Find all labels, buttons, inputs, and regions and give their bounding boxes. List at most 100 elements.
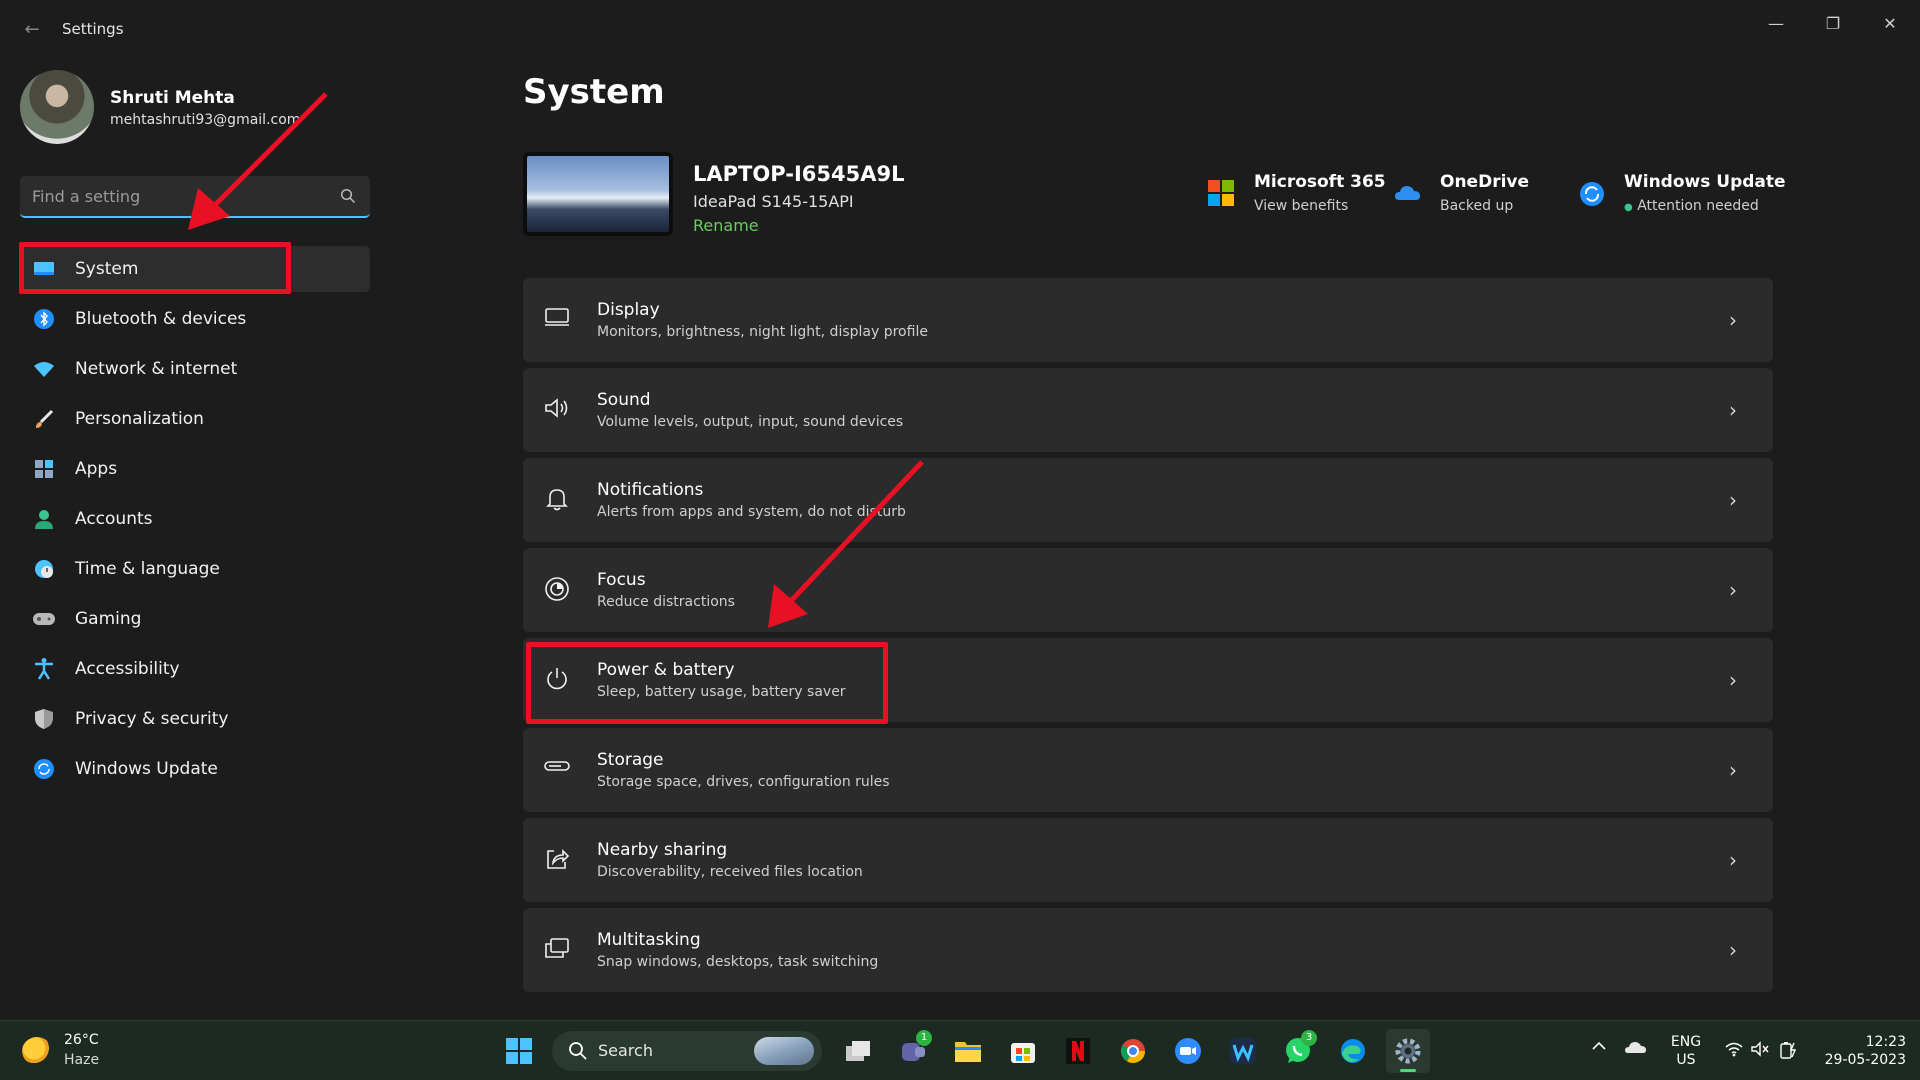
sidebar-item-gaming[interactable]: Gaming — [20, 596, 370, 642]
battery-charging-icon[interactable] — [1778, 1039, 1800, 1063]
microsoft-365-tile[interactable]: Microsoft 365 View benefits — [1208, 170, 1386, 226]
folder-icon — [955, 1042, 981, 1062]
search-icon[interactable] — [340, 188, 356, 204]
sidebar-item-time-language[interactable]: Time & language — [20, 546, 370, 592]
storage-icon — [543, 756, 571, 784]
windows-update-tile[interactable]: Windows Update ● Attention needed — [1578, 170, 1786, 226]
windows-logo-icon — [506, 1038, 532, 1064]
globe-clock-icon — [32, 557, 56, 581]
task-view-button[interactable] — [836, 1029, 880, 1073]
webex-button[interactable] — [1221, 1029, 1265, 1073]
share-icon — [543, 846, 571, 874]
sidebar-item-label: Time & language — [75, 559, 220, 579]
back-arrow-icon[interactable]: ← — [20, 18, 44, 42]
card-title: Sound — [597, 390, 651, 410]
language-indicator[interactable]: ENG US — [1666, 1033, 1706, 1069]
storage-card[interactable]: Storage Storage space, drives, configura… — [523, 728, 1773, 812]
chevron-right-icon: › — [1729, 398, 1737, 422]
chevron-right-icon: › — [1729, 308, 1737, 332]
card-title: Display — [597, 300, 660, 320]
sound-card[interactable]: Sound Volume levels, output, input, soun… — [523, 368, 1773, 452]
desktop-wallpaper-thumbnail — [523, 152, 673, 236]
card-subtitle: Volume levels, output, input, sound devi… — [597, 414, 904, 430]
page-title: System — [523, 72, 665, 112]
multitasking-icon — [543, 936, 571, 964]
minimize-button[interactable]: — — [1753, 8, 1799, 40]
power-battery-card[interactable]: Power & battery Sleep, battery usage, ba… — [523, 638, 1773, 722]
taskbar-search[interactable]: Search — [552, 1031, 822, 1071]
card-title: Power & battery — [597, 660, 735, 680]
bell-icon — [543, 486, 571, 514]
restore-button[interactable]: ❐ — [1810, 8, 1856, 40]
card-subtitle: Storage space, drives, configuration rul… — [597, 774, 890, 790]
search-input[interactable] — [32, 184, 332, 208]
sidebar-item-accessibility[interactable]: Accessibility — [20, 646, 370, 692]
sidebar-item-label: Windows Update — [75, 759, 218, 779]
nearby-sharing-card[interactable]: Nearby sharing Discoverability, received… — [523, 818, 1773, 902]
accessibility-icon — [32, 657, 56, 681]
volume-muted-icon[interactable] — [1750, 1041, 1770, 1061]
sidebar-item-label: Accounts — [75, 509, 153, 529]
notification-badge: 1 — [916, 1030, 932, 1046]
notifications-card[interactable]: Notifications Alerts from apps and syste… — [523, 458, 1773, 542]
avatar[interactable] — [20, 70, 94, 144]
display-card[interactable]: Display Monitors, brightness, night ligh… — [523, 278, 1773, 362]
update-icon — [32, 757, 56, 781]
onedrive-tray-icon[interactable] — [1624, 1039, 1648, 1059]
sidebar-item-personalization[interactable]: Personalization — [20, 396, 370, 442]
onedrive-tile[interactable]: OneDrive Backed up — [1394, 170, 1534, 226]
sidebar-item-privacy-security[interactable]: Privacy & security — [20, 696, 370, 742]
taskbar-apps: Search 1 3 — [497, 1029, 1441, 1073]
multitasking-card[interactable]: Multitasking Snap windows, desktops, tas… — [523, 908, 1773, 992]
teams-button[interactable]: 1 — [891, 1029, 935, 1073]
close-button[interactable]: ✕ — [1867, 8, 1913, 40]
language-code: ENG — [1670, 1034, 1702, 1050]
time: 12:23 — [1865, 1034, 1906, 1050]
wifi-icon — [32, 357, 56, 381]
rename-link[interactable]: Rename — [693, 216, 759, 235]
sidebar-item-label: Network & internet — [75, 359, 238, 379]
chrome-button[interactable] — [1111, 1029, 1155, 1073]
zoom-button[interactable] — [1166, 1029, 1210, 1073]
notification-badge: 3 — [1301, 1030, 1317, 1046]
tile-subtitle: Backed up — [1440, 198, 1514, 214]
focus-card[interactable]: Focus Reduce distractions › — [523, 548, 1773, 632]
sidebar-item-windows-update[interactable]: Windows Update — [20, 746, 370, 792]
sidebar-item-accounts[interactable]: Accounts — [20, 496, 370, 542]
netflix-button[interactable] — [1056, 1029, 1100, 1073]
sidebar-item-network[interactable]: Network & internet — [20, 346, 370, 392]
sidebar-item-apps[interactable]: Apps — [20, 446, 370, 492]
focus-icon — [543, 576, 571, 604]
clock[interactable]: 12:23 29-05-2023 — [1820, 1033, 1906, 1069]
settings-list: Display Monitors, brightness, night ligh… — [523, 278, 1773, 998]
system-tray: ENG US 12:23 29-05-2023 — [1580, 1031, 1920, 1071]
tile-title: Windows Update — [1624, 172, 1786, 192]
taskbar: 26°C Haze Search 1 3 ENG US 12:23 29-05-… — [0, 1020, 1920, 1080]
weather-widget[interactable]: 26°C Haze — [22, 1031, 162, 1071]
user-profile[interactable]: Shruti Mehta mehtashruti93@gmail.com — [20, 70, 350, 146]
file-explorer-button[interactable] — [946, 1029, 990, 1073]
card-title: Focus — [597, 570, 646, 590]
tile-subtitle-text: Attention needed — [1637, 198, 1759, 214]
person-icon — [32, 507, 56, 531]
edge-button[interactable] — [1331, 1029, 1375, 1073]
chevron-up-icon[interactable] — [1590, 1039, 1608, 1057]
sidebar-item-label: Gaming — [75, 609, 142, 629]
settings-search[interactable] — [20, 176, 370, 218]
whatsapp-button[interactable]: 3 — [1276, 1029, 1320, 1073]
microsoft-store-button[interactable] — [1001, 1029, 1045, 1073]
system-display-icon — [32, 257, 56, 281]
device-info: LAPTOP-I6545A9L IdeaPad S145-15API Renam… — [523, 152, 1203, 242]
microsoft-365-icon — [1208, 180, 1236, 208]
edge-icon — [1341, 1039, 1365, 1063]
wifi-tray-icon[interactable] — [1724, 1041, 1744, 1061]
date: 29-05-2023 — [1824, 1052, 1906, 1068]
start-button[interactable] — [497, 1029, 541, 1073]
sidebar-item-label: Accessibility — [75, 659, 180, 679]
chrome-icon — [1120, 1039, 1145, 1064]
profile-name: Shruti Mehta — [110, 88, 235, 108]
sidebar-item-system[interactable]: System — [20, 246, 370, 292]
weather-description: Haze — [64, 1052, 100, 1068]
sidebar-item-bluetooth[interactable]: Bluetooth & devices — [20, 296, 370, 342]
settings-button[interactable] — [1386, 1029, 1430, 1073]
